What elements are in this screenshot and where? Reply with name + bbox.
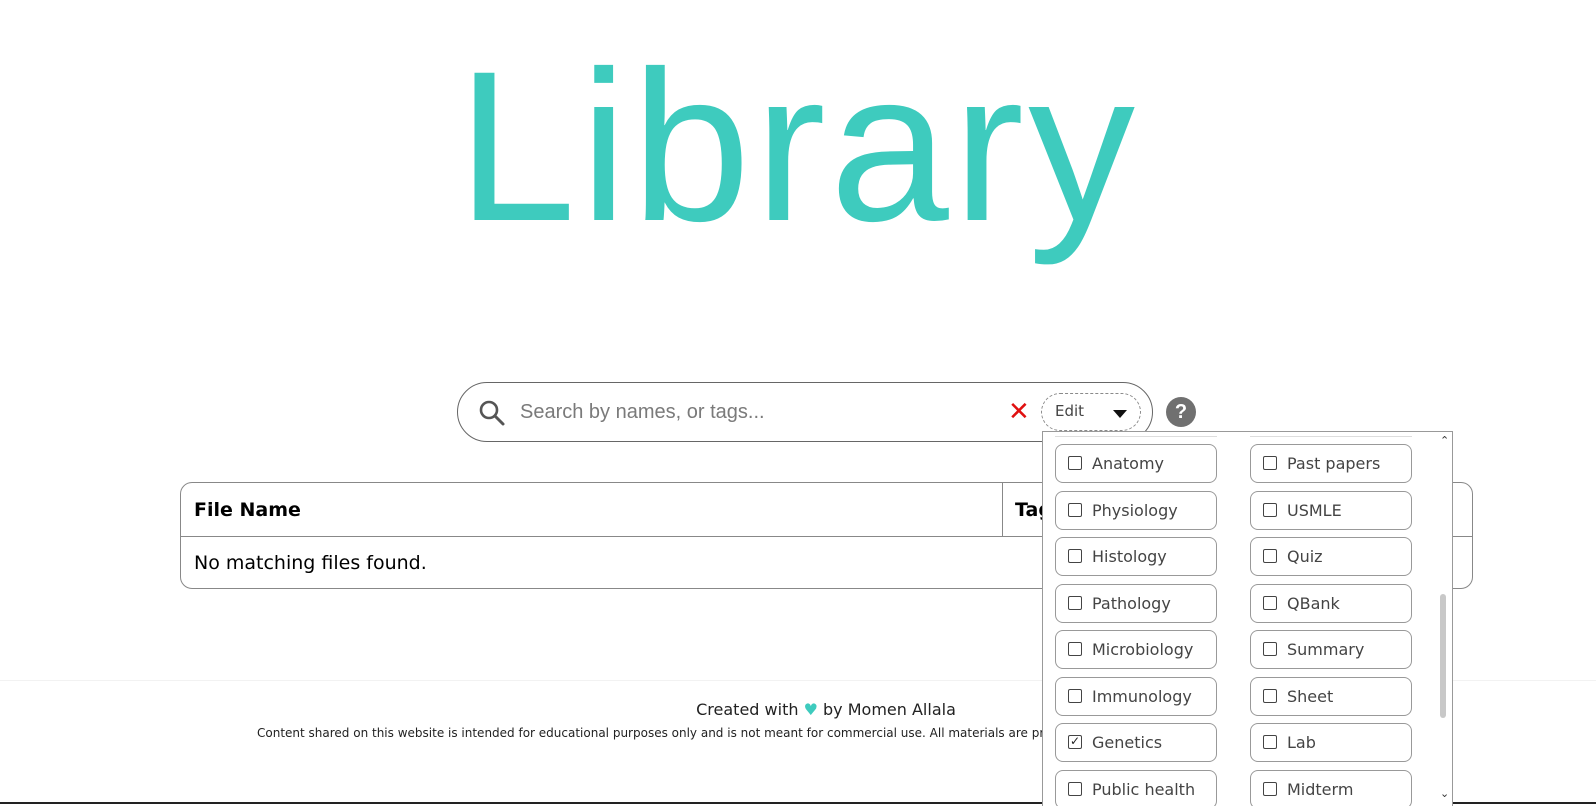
tag-option-physiology[interactable]: Physiology xyxy=(1055,490,1217,530)
checkbox[interactable] xyxy=(1068,642,1082,656)
checkbox[interactable] xyxy=(1263,595,1277,610)
tag-option-usmle[interactable]: USMLE xyxy=(1250,490,1412,530)
page-title: Library xyxy=(456,27,1140,266)
checkbox[interactable] xyxy=(1068,781,1082,796)
tag-option-genetics[interactable]: ✓ Genetics xyxy=(1055,723,1217,762)
tag-option-lab[interactable]: Lab xyxy=(1250,723,1412,762)
footer-disclaimer: Content shared on this website is intend… xyxy=(257,726,1042,740)
option-separator xyxy=(1250,436,1412,437)
checkbox[interactable] xyxy=(1263,502,1277,517)
tag-option-immunology[interactable]: Immunology xyxy=(1055,676,1217,716)
tag-option-pathology[interactable]: Pathology xyxy=(1055,583,1217,623)
tag-option-midterm[interactable]: Midterm xyxy=(1250,769,1412,806)
tag-option-label: Histology xyxy=(1092,547,1167,566)
tag-option-label: Quiz xyxy=(1287,547,1323,566)
tag-option-sheet[interactable]: Sheet xyxy=(1250,676,1412,716)
caret-down-icon xyxy=(1113,410,1127,418)
checkbox[interactable] xyxy=(1068,595,1082,610)
column-header-file-name: File Name xyxy=(194,499,301,521)
tag-option-public-health[interactable]: Public health xyxy=(1055,769,1217,806)
empty-message: No matching files found. xyxy=(194,552,427,574)
checkbox[interactable] xyxy=(1263,781,1277,796)
scroll-thumb[interactable] xyxy=(1440,594,1446,718)
tag-option-summary[interactable]: Summary xyxy=(1250,630,1412,669)
tag-option-past-papers[interactable]: Past papers xyxy=(1250,444,1412,483)
tag-option-label: Immunology xyxy=(1092,686,1192,706)
option-separator xyxy=(1055,436,1217,437)
credit-prefix: Created with xyxy=(696,700,799,719)
checkbox[interactable] xyxy=(1068,549,1082,563)
tag-filter-dropdown[interactable]: Edit xyxy=(1041,393,1141,431)
tag-options-panel[interactable]: Anatomy Past papers Physiology USMLE Histolo… xyxy=(1042,431,1453,806)
credit-author: by Momen Allala xyxy=(823,700,956,719)
tag-option-anatomy[interactable]: Anatomy xyxy=(1055,444,1217,483)
tag-filter-label: Edit xyxy=(1055,402,1085,420)
tag-option-label: Summary xyxy=(1287,640,1365,659)
checkbox[interactable] xyxy=(1068,502,1082,517)
checkbox[interactable] xyxy=(1263,735,1277,749)
close-icon[interactable]: ✕ xyxy=(1008,397,1030,427)
tag-option-label: QBank xyxy=(1287,593,1340,613)
help-icon[interactable]: ? xyxy=(1166,397,1196,427)
tag-option-label: Midterm xyxy=(1287,779,1354,799)
tag-option-microbiology[interactable]: Microbiology xyxy=(1055,630,1217,669)
checkbox[interactable] xyxy=(1263,642,1277,656)
checkbox[interactable] xyxy=(1068,456,1082,470)
checkbox[interactable] xyxy=(1068,688,1082,703)
tag-option-label: Microbiology xyxy=(1092,640,1194,659)
tag-option-label: Physiology xyxy=(1092,500,1178,520)
heart-icon: ♥ xyxy=(803,700,818,719)
tag-option-label: Anatomy xyxy=(1092,454,1165,473)
column-divider xyxy=(1002,483,1003,536)
checkbox[interactable] xyxy=(1263,456,1277,470)
search-icon[interactable] xyxy=(478,399,506,427)
checkbox[interactable] xyxy=(1263,688,1277,703)
tag-option-label: Past papers xyxy=(1287,454,1381,473)
scroll-up-icon[interactable]: ⌃ xyxy=(1440,434,1449,447)
tag-option-label: Public health xyxy=(1092,779,1196,799)
dropdown-scrollbar[interactable]: ⌃ ⌄ xyxy=(1435,432,1452,806)
tag-option-quiz[interactable]: Quiz xyxy=(1250,537,1412,576)
tag-option-label: Lab xyxy=(1287,733,1316,752)
tag-option-label: USMLE xyxy=(1287,500,1342,520)
tag-option-label: Genetics xyxy=(1092,733,1163,752)
checkbox[interactable] xyxy=(1263,549,1277,563)
search-input[interactable] xyxy=(520,395,950,429)
tag-option-label: Pathology xyxy=(1092,593,1171,613)
tag-option-qbank[interactable]: QBank xyxy=(1250,583,1412,623)
tag-option-label: Sheet xyxy=(1287,686,1334,706)
tag-option-histology[interactable]: Histology xyxy=(1055,537,1217,576)
checkbox[interactable]: ✓ xyxy=(1068,735,1082,749)
scroll-down-icon[interactable]: ⌄ xyxy=(1440,787,1449,800)
